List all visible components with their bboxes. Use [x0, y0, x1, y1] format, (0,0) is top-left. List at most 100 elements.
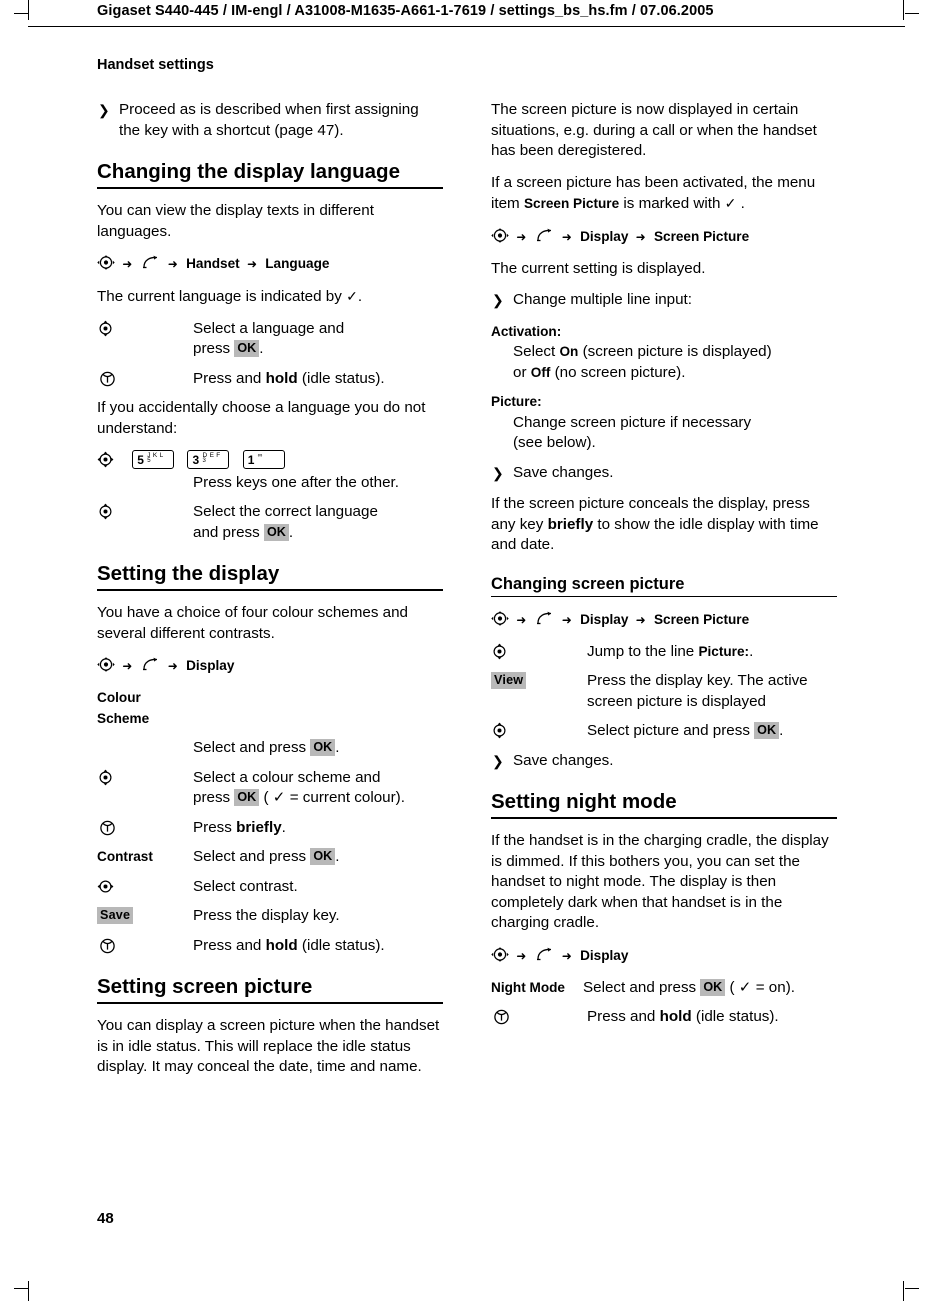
menu-item-display[interactable]: Display	[580, 229, 628, 244]
action-line-1: Select a language and	[193, 319, 345, 337]
crop-mark-bottom-left-vertical	[28, 1281, 29, 1301]
activation-line-2-post: (no screen picture).	[554, 363, 686, 381]
desc-pre: Select and press	[193, 739, 307, 756]
desc-post: ( ✓ = on).	[729, 978, 795, 996]
paragraph-text: The current language is indicated by	[97, 288, 342, 305]
ok-softkey[interactable]: OK	[310, 739, 336, 756]
crop-mark-bottom-right-horizontal	[905, 1288, 919, 1289]
page-number: 48	[97, 1210, 114, 1227]
line-label-picture: Picture:	[698, 643, 750, 659]
desc-post: .	[749, 642, 754, 660]
path-arrow-icon: ➜	[122, 659, 133, 673]
action-description: Select and press OK.	[193, 847, 443, 868]
section-heading-changing-display-language: Changing the display language	[97, 160, 443, 189]
paragraph: The current language is indicated by ✓.	[97, 286, 443, 308]
key-digit: 5	[137, 453, 144, 468]
menu-item-handset[interactable]: Handset	[186, 256, 240, 271]
end-call-key-icon	[97, 937, 118, 954]
keypad-key-5[interactable]: 5 J K L 5	[132, 450, 175, 470]
ok-softkey[interactable]: OK	[234, 340, 260, 357]
action-row: Select contrast.	[97, 877, 443, 898]
crop-mark-bottom-left-horizontal	[14, 1288, 28, 1289]
list-item-text: Proceed as is described when first assig…	[119, 101, 419, 139]
key-letters: ∞	[257, 452, 263, 460]
ok-softkey[interactable]: OK	[700, 978, 726, 996]
setting-label-colour-scheme: Colour Scheme	[97, 690, 150, 726]
menu-item-display[interactable]: Display	[580, 612, 628, 627]
action-text-pre: Press	[193, 818, 232, 836]
section-heading-setting-screen-picture: Setting screen picture	[97, 975, 443, 1004]
action-row: Press briefly.	[97, 818, 443, 839]
keypad-key-3[interactable]: 3 D E F 3	[187, 450, 230, 470]
list-item-text: Change multiple line input:	[513, 291, 692, 308]
path-arrow-icon: ➜	[561, 612, 572, 627]
setting-label-night-mode: Night Mode	[491, 979, 565, 995]
path-arrow-icon: ➜	[516, 948, 527, 963]
menu-item-screen-picture[interactable]: Screen Picture	[654, 229, 749, 244]
key-sequence-description: Press keys one after the other.	[193, 473, 399, 491]
desc-pre: Select and press	[583, 978, 697, 996]
option-off[interactable]: Off	[531, 365, 551, 380]
action-row: Press and hold (idle status).	[97, 936, 443, 957]
navigation-key-icon	[97, 657, 115, 673]
paragraph: The screen picture is now displayed in c…	[491, 101, 817, 159]
action-text-pre: Press and	[193, 936, 262, 954]
menu-item-language[interactable]: Language	[265, 256, 329, 271]
section-heading-setting-night-mode: Setting night mode	[491, 790, 837, 819]
view-softkey[interactable]: View	[491, 672, 527, 689]
crop-mark-top-left-horizontal	[14, 13, 28, 14]
save-softkey[interactable]: Save	[97, 907, 134, 924]
ok-softkey[interactable]: OK	[754, 722, 780, 739]
path-arrow-icon: ➜	[635, 229, 646, 244]
paragraph: If a screen picture has been activated, …	[491, 173, 837, 215]
colour-scheme-description: Select and press OK.	[193, 738, 443, 759]
menu-key-icon	[535, 947, 555, 962]
option-on[interactable]: On	[559, 344, 578, 359]
menu-item-display[interactable]: Display	[580, 948, 628, 963]
navigation-key-icon	[97, 878, 114, 895]
paragraph-text-post: .	[740, 195, 745, 212]
action-line-2-post: .	[288, 523, 294, 541]
menu-item-display[interactable]: Display	[186, 658, 234, 673]
ok-softkey[interactable]: OK	[234, 789, 260, 806]
list-arrow-icon: ❯	[492, 464, 504, 481]
action-text-bold: hold	[265, 936, 298, 954]
action-description: Select picture and press OK.	[587, 721, 837, 742]
end-call-key-icon	[97, 370, 118, 387]
action-description: Select contrast.	[193, 877, 298, 895]
path-arrow-icon: ➜	[516, 612, 527, 627]
menu-item-screen-picture[interactable]: Screen Picture	[654, 612, 749, 627]
end-call-key-icon	[491, 1008, 512, 1025]
path-arrow-icon: ➜	[167, 659, 178, 673]
action-text-pre: Press and	[193, 369, 262, 387]
navigation-key-icon	[97, 503, 114, 520]
path-arrow-icon: ➜	[167, 257, 178, 271]
path-arrow-icon: ➜	[635, 612, 646, 627]
action-description: Press and hold (idle status).	[193, 369, 443, 390]
ok-softkey[interactable]: OK	[263, 523, 289, 541]
navigation-key-icon	[491, 947, 509, 962]
paragraph-text-end: .	[357, 288, 363, 305]
keypad-key-1[interactable]: 1 ∞	[242, 450, 285, 470]
path-arrow-icon: ➜	[561, 229, 572, 244]
key-sublabel: 3	[202, 458, 206, 465]
menu-item-screen-picture[interactable]: Screen Picture	[524, 196, 619, 211]
softkey-cell: Save	[97, 906, 193, 927]
list-arrow-icon: ❯	[492, 292, 504, 308]
navigation-key-icon	[491, 228, 509, 243]
action-row: Select picture and press OK.	[491, 721, 837, 742]
section-heading-setting-the-display: Setting the display	[97, 562, 443, 591]
paragraph: If you accidentally choose a language yo…	[97, 399, 426, 437]
tick-icon: ✓	[346, 288, 358, 304]
list-item-text: Save changes.	[513, 463, 614, 481]
desc-post: .	[335, 848, 340, 865]
crop-mark-bottom-right-vertical	[903, 1281, 904, 1301]
action-row: Select a colour scheme and press OK ( ✓ …	[97, 768, 443, 809]
header-divider	[28, 26, 905, 27]
key-sublabel: 5	[147, 458, 151, 465]
document-page: Gigaset S440-445 / IM-engl / A31008-M163…	[0, 0, 933, 1301]
desc-pre: Select and press	[193, 848, 307, 865]
menu-path-language: ➜ ➜ Handset ➜ Language	[97, 253, 443, 275]
ok-softkey[interactable]: OK	[310, 848, 336, 865]
crop-mark-top-right-horizontal	[905, 13, 919, 14]
